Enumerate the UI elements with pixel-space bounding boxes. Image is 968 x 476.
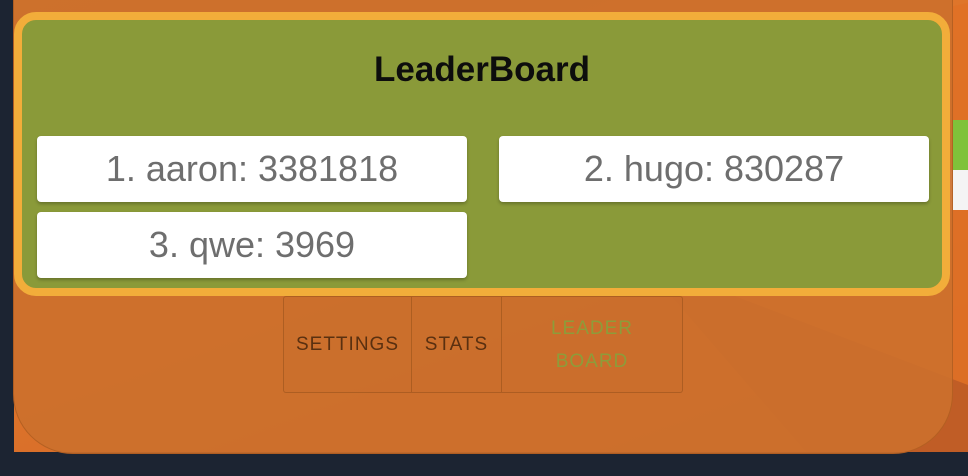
leaderboard-card: LeaderBoard 1. aaron: 3381818 2. hugo: 8… <box>14 12 950 296</box>
leaderboard-entry: 3. qwe: 3969 <box>37 212 467 278</box>
background-sky-bottom <box>0 452 968 476</box>
leaderboard-entry: 1. aaron: 3381818 <box>37 136 467 202</box>
leaderboard-title: LeaderBoard <box>374 50 590 89</box>
leaderboard-entry: 2. hugo: 830287 <box>499 136 929 202</box>
tab-stats[interactable]: STATS <box>412 297 502 392</box>
tab-leaderboard[interactable]: LEADER BOARD <box>502 297 682 392</box>
background-sky-left <box>0 0 14 476</box>
menu-tab-bar: SETTINGS STATS LEADER BOARD <box>283 296 683 393</box>
tab-settings[interactable]: SETTINGS <box>284 297 412 392</box>
